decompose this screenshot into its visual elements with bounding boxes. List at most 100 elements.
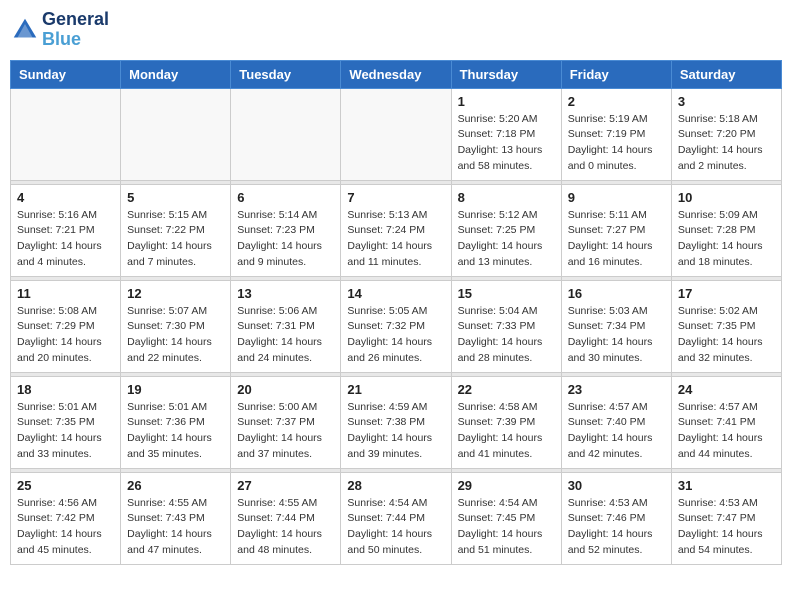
day-number: 20	[237, 382, 334, 397]
day-number: 18	[17, 382, 114, 397]
day-number: 7	[347, 190, 444, 205]
page-header: General Blue	[10, 10, 782, 50]
calendar-day: 26Sunrise: 4:55 AM Sunset: 7:43 PM Dayli…	[121, 472, 231, 564]
day-number: 23	[568, 382, 665, 397]
calendar: SundayMondayTuesdayWednesdayThursdayFrid…	[10, 60, 782, 565]
day-number: 2	[568, 94, 665, 109]
calendar-header-row: SundayMondayTuesdayWednesdayThursdayFrid…	[11, 60, 782, 88]
day-number: 8	[458, 190, 555, 205]
calendar-day: 19 Sunrise: 5:01 AM Sunset: 7:36 PM Dayli…	[121, 376, 231, 468]
day-number: 27	[237, 478, 334, 493]
calendar-day: 20Sunrise: 5:00 AM Sunset: 7:37 PM Dayli…	[231, 376, 341, 468]
calendar-day: 8 Sunrise: 5:12 AM Sunset: 7:25 PM Daylig…	[451, 184, 561, 276]
calendar-week-1: 1 Sunrise: 5:20 AM Sunset: 7:18 PM Daylig…	[11, 88, 782, 180]
calendar-week-2: 4Sunrise: 5:16 AM Sunset: 7:21 PM Daylig…	[11, 184, 782, 276]
day-number: 29	[458, 478, 555, 493]
day-header-friday: Friday	[561, 60, 671, 88]
calendar-day: 7 Sunrise: 5:13 AM Sunset: 7:24 PM Daylig…	[341, 184, 451, 276]
calendar-day: 10Sunrise: 5:09 AM Sunset: 7:28 PM Dayli…	[671, 184, 781, 276]
calendar-day: 28 Sunrise: 4:54 AM Sunset: 7:44 PM Dayli…	[341, 472, 451, 564]
calendar-day: 27 Sunrise: 4:55 AM Sunset: 7:44 PM Dayli…	[231, 472, 341, 564]
calendar-week-3: 11 Sunrise: 5:08 AM Sunset: 7:29 PM Dayli…	[11, 280, 782, 372]
calendar-day: 5Sunrise: 5:15 AM Sunset: 7:22 PM Daylig…	[121, 184, 231, 276]
day-number: 28	[347, 478, 444, 493]
calendar-day: 6 Sunrise: 5:14 AM Sunset: 7:23 PM Daylig…	[231, 184, 341, 276]
logo-icon	[10, 15, 40, 45]
day-info: Sunrise: 4:56 AM Sunset: 7:42 PM Dayligh…	[17, 496, 114, 559]
day-info: Sunrise: 4:54 AM Sunset: 7:44 PM Dayligh…	[347, 496, 444, 559]
day-info: Sunrise: 5:18 AM Sunset: 7:20 PM Dayligh…	[678, 112, 775, 175]
day-header-wednesday: Wednesday	[341, 60, 451, 88]
calendar-day: 11 Sunrise: 5:08 AM Sunset: 7:29 PM Dayli…	[11, 280, 121, 372]
day-number: 25	[17, 478, 114, 493]
day-info: Sunrise: 5:19 AM Sunset: 7:19 PM Dayligh…	[568, 112, 665, 175]
calendar-day: 1 Sunrise: 5:20 AM Sunset: 7:18 PM Daylig…	[451, 88, 561, 180]
day-number: 31	[678, 478, 775, 493]
calendar-day: 2 Sunrise: 5:19 AM Sunset: 7:19 PM Daylig…	[561, 88, 671, 180]
calendar-day: 23 Sunrise: 4:57 AM Sunset: 7:40 PM Dayli…	[561, 376, 671, 468]
calendar-day: 3 Sunrise: 5:18 AM Sunset: 7:20 PM Daylig…	[671, 88, 781, 180]
calendar-day: 4Sunrise: 5:16 AM Sunset: 7:21 PM Daylig…	[11, 184, 121, 276]
day-number: 21	[347, 382, 444, 397]
calendar-day: 22Sunrise: 4:58 AM Sunset: 7:39 PM Dayli…	[451, 376, 561, 468]
day-number: 14	[347, 286, 444, 301]
calendar-day: 9 Sunrise: 5:11 AM Sunset: 7:27 PM Daylig…	[561, 184, 671, 276]
day-info: Sunrise: 5:06 AM Sunset: 7:31 PM Dayligh…	[237, 304, 334, 367]
calendar-day: 25 Sunrise: 4:56 AM Sunset: 7:42 PM Dayli…	[11, 472, 121, 564]
calendar-week-5: 25 Sunrise: 4:56 AM Sunset: 7:42 PM Dayli…	[11, 472, 782, 564]
day-header-saturday: Saturday	[671, 60, 781, 88]
day-info: Sunrise: 5:16 AM Sunset: 7:21 PM Dayligh…	[17, 208, 114, 271]
calendar-day: 31 Sunrise: 4:53 AM Sunset: 7:47 PM Dayli…	[671, 472, 781, 564]
day-number: 19	[127, 382, 224, 397]
calendar-day: 24 Sunrise: 4:57 AM Sunset: 7:41 PM Dayli…	[671, 376, 781, 468]
calendar-day: 13Sunrise: 5:06 AM Sunset: 7:31 PM Dayli…	[231, 280, 341, 372]
calendar-day	[121, 88, 231, 180]
day-info: Sunrise: 4:55 AM Sunset: 7:44 PM Dayligh…	[237, 496, 334, 559]
day-info: Sunrise: 5:12 AM Sunset: 7:25 PM Dayligh…	[458, 208, 555, 271]
day-info: Sunrise: 4:54 AM Sunset: 7:45 PM Dayligh…	[458, 496, 555, 559]
day-info: Sunrise: 5:11 AM Sunset: 7:27 PM Dayligh…	[568, 208, 665, 271]
day-number: 12	[127, 286, 224, 301]
day-info: Sunrise: 5:07 AM Sunset: 7:30 PM Dayligh…	[127, 304, 224, 367]
calendar-day: 12 Sunrise: 5:07 AM Sunset: 7:30 PM Dayli…	[121, 280, 231, 372]
day-number: 1	[458, 94, 555, 109]
calendar-day: 18Sunrise: 5:01 AM Sunset: 7:35 PM Dayli…	[11, 376, 121, 468]
day-number: 17	[678, 286, 775, 301]
day-info: Sunrise: 5:13 AM Sunset: 7:24 PM Dayligh…	[347, 208, 444, 271]
calendar-day: 14 Sunrise: 5:05 AM Sunset: 7:32 PM Dayli…	[341, 280, 451, 372]
day-number: 24	[678, 382, 775, 397]
day-info: Sunrise: 4:53 AM Sunset: 7:47 PM Dayligh…	[678, 496, 775, 559]
day-info: Sunrise: 5:08 AM Sunset: 7:29 PM Dayligh…	[17, 304, 114, 367]
day-info: Sunrise: 4:57 AM Sunset: 7:41 PM Dayligh…	[678, 400, 775, 463]
day-number: 6	[237, 190, 334, 205]
day-info: Sunrise: 5:14 AM Sunset: 7:23 PM Dayligh…	[237, 208, 334, 271]
day-info: Sunrise: 4:58 AM Sunset: 7:39 PM Dayligh…	[458, 400, 555, 463]
day-number: 5	[127, 190, 224, 205]
day-number: 9	[568, 190, 665, 205]
day-number: 11	[17, 286, 114, 301]
calendar-day: 17 Sunrise: 5:02 AM Sunset: 7:35 PM Dayli…	[671, 280, 781, 372]
day-info: Sunrise: 5:20 AM Sunset: 7:18 PM Dayligh…	[458, 112, 555, 175]
day-info: Sunrise: 5:01 AM Sunset: 7:36 PM Dayligh…	[127, 400, 224, 463]
day-info: Sunrise: 5:09 AM Sunset: 7:28 PM Dayligh…	[678, 208, 775, 271]
day-info: Sunrise: 4:55 AM Sunset: 7:43 PM Dayligh…	[127, 496, 224, 559]
calendar-day: 30Sunrise: 4:53 AM Sunset: 7:46 PM Dayli…	[561, 472, 671, 564]
calendar-day	[341, 88, 451, 180]
day-header-sunday: Sunday	[11, 60, 121, 88]
day-header-tuesday: Tuesday	[231, 60, 341, 88]
logo: General Blue	[10, 10, 109, 50]
day-number: 3	[678, 94, 775, 109]
day-info: Sunrise: 5:05 AM Sunset: 7:32 PM Dayligh…	[347, 304, 444, 367]
day-info: Sunrise: 4:57 AM Sunset: 7:40 PM Dayligh…	[568, 400, 665, 463]
day-info: Sunrise: 4:59 AM Sunset: 7:38 PM Dayligh…	[347, 400, 444, 463]
day-info: Sunrise: 5:04 AM Sunset: 7:33 PM Dayligh…	[458, 304, 555, 367]
calendar-day: 15 Sunrise: 5:04 AM Sunset: 7:33 PM Dayli…	[451, 280, 561, 372]
calendar-day	[11, 88, 121, 180]
calendar-day: 29 Sunrise: 4:54 AM Sunset: 7:45 PM Dayli…	[451, 472, 561, 564]
day-number: 15	[458, 286, 555, 301]
calendar-day	[231, 88, 341, 180]
calendar-day: 16Sunrise: 5:03 AM Sunset: 7:34 PM Dayli…	[561, 280, 671, 372]
day-info: Sunrise: 5:02 AM Sunset: 7:35 PM Dayligh…	[678, 304, 775, 367]
calendar-day: 21 Sunrise: 4:59 AM Sunset: 7:38 PM Dayli…	[341, 376, 451, 468]
day-header-monday: Monday	[121, 60, 231, 88]
